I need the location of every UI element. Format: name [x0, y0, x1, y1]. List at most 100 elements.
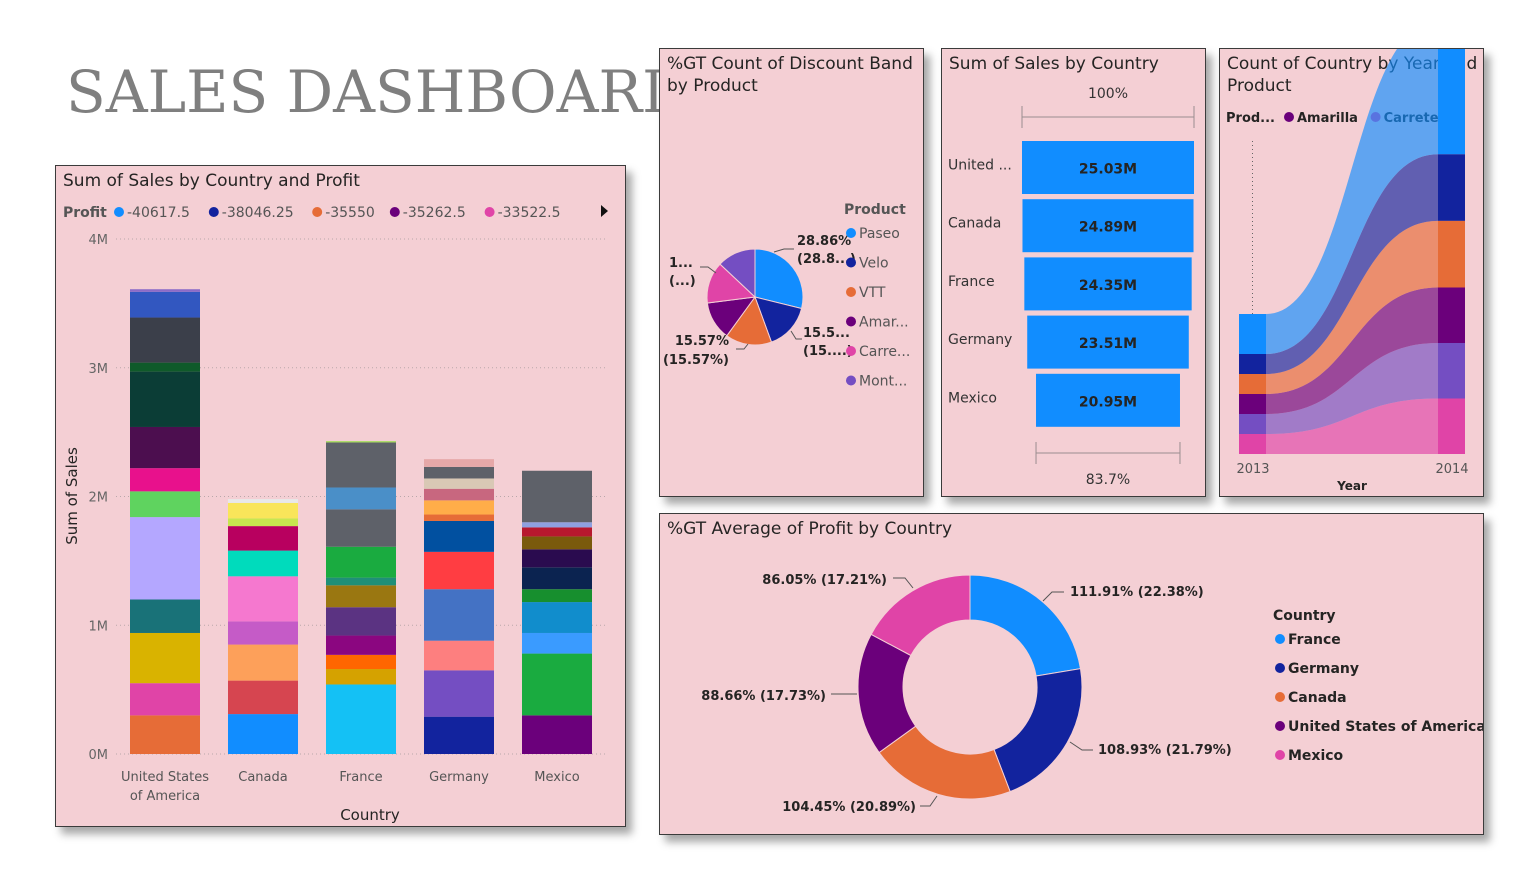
bar-segment: [522, 602, 592, 633]
data-label: 15.57%: [675, 334, 729, 349]
donut-slice: [993, 668, 1083, 793]
funnel-top-bracket: [1021, 106, 1195, 128]
bar-segment: [326, 546, 396, 578]
bar-segment: [326, 635, 396, 655]
funnel-value-label: 25.03M: [1079, 162, 1137, 178]
sales-by-country-funnel-panel[interactable]: Sum of Sales by Country 100% 25.03M United…: [941, 48, 1206, 497]
legend-marker: [1275, 692, 1285, 702]
bar-segment: [130, 291, 200, 318]
legend-item: Mont...: [859, 374, 907, 390]
ribbon-column-segment: [1239, 394, 1266, 414]
legend-item: Velo: [859, 256, 889, 272]
donut-slice: [969, 574, 1082, 677]
bar-segment: [130, 517, 200, 600]
bar-segment: [228, 550, 298, 577]
bar-segment: [326, 509, 396, 547]
sales-by-country-and-profit-panel[interactable]: Sum of Sales by Country and Profit Profi…: [55, 165, 626, 827]
legend-marker: [389, 207, 400, 217]
bar-segment: [424, 514, 494, 521]
funnel-category-label: France: [948, 274, 995, 290]
legend-item: Paseo: [859, 226, 900, 242]
data-label: 104.45% (20.89%): [782, 800, 916, 815]
y-tick-label: 3M: [89, 362, 109, 377]
x-axis-label: Year: [1336, 479, 1367, 493]
bar-segment: [424, 640, 494, 671]
page-title: SALES DASHBOARD: [66, 58, 689, 126]
x-tick-label: Canada: [238, 770, 287, 785]
data-label: 1...: [669, 256, 693, 271]
funnel-top-label: 100%: [1088, 86, 1128, 102]
legend-item: -35550: [325, 205, 375, 221]
legend-marker: [312, 207, 323, 217]
bar-segment: [522, 632, 592, 654]
bar-segment: [130, 362, 200, 372]
legend-item: Amarilla: [1297, 111, 1358, 126]
data-label: (...): [669, 274, 696, 289]
y-tick-label: 0M: [89, 748, 109, 763]
bar-segment: [228, 644, 298, 681]
legend-title: Country: [1273, 608, 1336, 624]
legend-item: Amar...: [859, 315, 909, 331]
legend-item: VTT: [859, 285, 886, 301]
legend-item: Canada: [1288, 690, 1347, 706]
bar-segment: [130, 632, 200, 684]
bar-segment: [424, 466, 494, 479]
bar-segment: [522, 715, 592, 754]
data-label: 88.66% (17.73%): [701, 689, 826, 704]
bar-segment: [326, 577, 396, 586]
ribbon-column-segment: [1438, 343, 1465, 399]
legend-item: Germany: [1288, 661, 1359, 677]
bar-segment: [326, 487, 396, 510]
bar-segment: [522, 653, 592, 716]
bar-segment: [424, 520, 494, 552]
ribbon-column-segment: [1239, 434, 1266, 454]
bar-segment: [130, 317, 200, 363]
bar-segment: [130, 715, 200, 754]
data-label: (15....): [803, 344, 853, 359]
bar-segment: [522, 536, 592, 550]
funnel-category-label: United ...: [948, 158, 1012, 174]
bar-segment: [522, 549, 592, 568]
bar-segment: [130, 683, 200, 716]
funnel-value-label: 20.95M: [1079, 394, 1137, 410]
x-tick-label: 2014: [1435, 462, 1468, 477]
legend-title: Profit: [63, 205, 107, 221]
leader-line: [1042, 591, 1064, 602]
leader-line: [736, 343, 749, 350]
legend-item: France: [1288, 632, 1341, 648]
leader-line: [1069, 741, 1093, 751]
country-year-product-ribbon-panel[interactable]: Count of Country by Year and Product Pro…: [1219, 48, 1484, 497]
bar-segment: [424, 488, 494, 501]
bar-segment: [522, 567, 592, 590]
bar-segment: [228, 502, 298, 519]
bar-segment: [424, 459, 494, 467]
bar-segment: [424, 589, 494, 641]
legend-marker: [1275, 721, 1285, 731]
ribbon-column-segment: [1438, 287, 1465, 343]
ribbon-column-segment: [1239, 374, 1266, 394]
legend-marker: [846, 228, 856, 238]
ribbon-column-segment: [1239, 414, 1266, 434]
legend-marker: [114, 207, 124, 217]
legend-item: -38046.25: [222, 205, 294, 221]
bar-segment: [130, 468, 200, 492]
ribbon-chart: Prod...AmarillaCarretera20132014Year: [1226, 49, 1469, 493]
avg-profit-donut-panel[interactable]: %GT Average of Profit by Country 111.91%…: [659, 513, 1484, 835]
y-tick-label: 1M: [89, 619, 109, 634]
x-tick-label: 2013: [1236, 462, 1269, 477]
bar-segment: [228, 680, 298, 715]
legend-title: Prod...: [1226, 111, 1275, 126]
bar-segment: [228, 518, 298, 527]
data-label: 86.05% (17.21%): [762, 573, 887, 588]
funnel-value-label: 24.89M: [1079, 220, 1137, 236]
bar-segment: [228, 576, 298, 622]
data-label: 15.5...: [803, 326, 850, 341]
discount-band-pie-panel[interactable]: %GT Count of Discount Band by Product 28…: [659, 48, 924, 497]
bar-segment: [424, 500, 494, 515]
legend-marker: [846, 287, 856, 297]
x-tick-label: of America: [130, 789, 200, 804]
bar-segment: [130, 491, 200, 518]
bar-segment: [326, 607, 396, 636]
funnel-category-label: Canada: [948, 216, 1001, 232]
bar-segment: [326, 654, 396, 670]
